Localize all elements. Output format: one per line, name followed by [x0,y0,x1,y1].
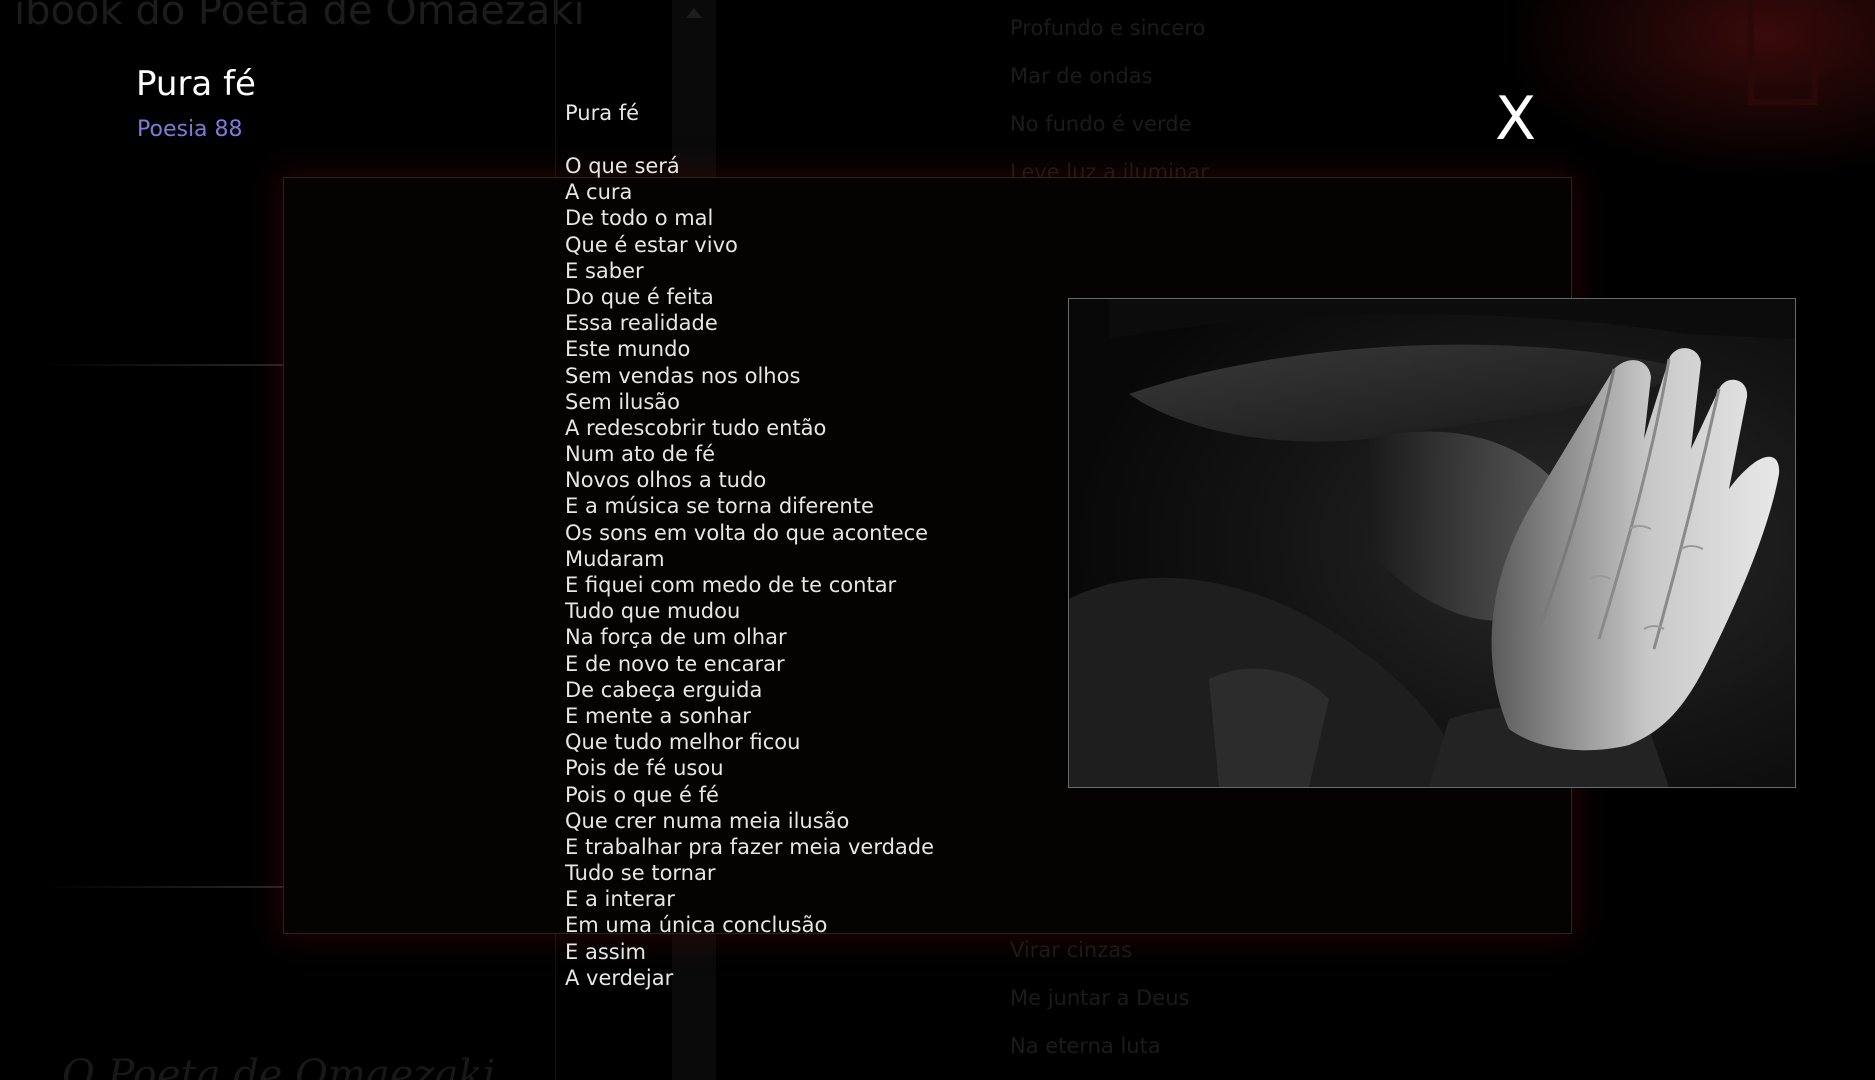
poem-line: A cura [565,180,633,205]
poem-line: Que crer numa meia ilusão [565,808,850,833]
poem-line: Em uma única conclusão [565,913,828,938]
poem-line: E de novo te encarar [565,651,785,676]
author-footer: O Poeta de Omaezaki [62,1052,496,1080]
poem-list-item[interactable]: Me juntar a Deus [1010,986,1189,1034]
close-button[interactable]: X [1495,86,1536,152]
poem-line: Mudaram [565,546,665,571]
poem-line: E fiquei com medo de te contar [565,573,897,597]
poem-line: De cabeça erguida [565,677,763,702]
poem-line: Novos olhos a tudo [565,468,767,493]
decorative-frame [1748,0,1818,105]
poem-line: A verdejar [565,965,674,990]
poem-line: Pois de fé usou [565,756,724,781]
decorative-glow [1515,0,1875,170]
app-title: ibook do Poeta de Omaezaki [14,0,585,34]
poem-heading: Pura fé [565,101,640,125]
poem-list-item[interactable]: Profundo e sincero [1010,16,1209,64]
poem-list-item[interactable]: Na eterna luta [1010,1034,1189,1080]
poem-line: A redescobrir tudo então [565,415,827,440]
poem-line: Essa realidade [565,311,718,336]
poem-list-item[interactable]: Virar cinzas [1010,938,1189,986]
poem-line: Este mundo [565,337,691,362]
praying-hands-photo [1068,298,1796,788]
poem-list-item[interactable]: No fundo é verde [1010,112,1209,160]
poem-list-item[interactable]: Mar de ondas [1010,64,1209,112]
poem-line: E assim [565,939,646,964]
poem-text: O que será A cura De todo o mal Que é es… [565,153,934,991]
poem-line: Na força de um olhar [565,625,787,650]
poem-line: Num ato de fé [565,442,716,467]
poem-line: Do que é feita [565,284,714,309]
poem-line: Que tudo melhor ficou [565,730,801,755]
poem-line: Tudo que mudou [565,599,741,624]
poem-line: Tudo se tornar [565,861,716,886]
poem-line: Sem ilusão [565,389,681,414]
poem-line: Sem vendas nos olhos [565,363,801,388]
poem-line: O que será [565,154,680,178]
poem-line: De todo o mal [565,206,714,231]
ibook-reader: ibook do Poeta de Omaezaki Profundo e si… [0,0,1875,1080]
poem-page-title: Pura fé [136,64,256,104]
poem-line: E a música se torna diferente [565,494,874,519]
poem-line: Pois o que é fé [565,782,719,807]
scroll-up-icon[interactable] [686,8,702,18]
poem-line: E trabalhar pra fazer meia verdade [565,834,935,859]
poem-line: Os sons em volta do que acontece [565,520,929,545]
poem-number-label: Poesia 88 [137,117,243,142]
poem-line: E saber [565,258,644,283]
background-poem-list-bottom: Virar cinzas Me juntar a Deus Na eterna … [1010,938,1189,1080]
background-divider-line [40,886,290,888]
poem-line: E a interar [565,887,675,912]
praying-hands-image [1069,299,1795,787]
poem-line: Que é estar vivo [565,232,738,257]
background-divider-line [40,364,290,366]
poem-line: E mente a sonhar [565,703,751,728]
